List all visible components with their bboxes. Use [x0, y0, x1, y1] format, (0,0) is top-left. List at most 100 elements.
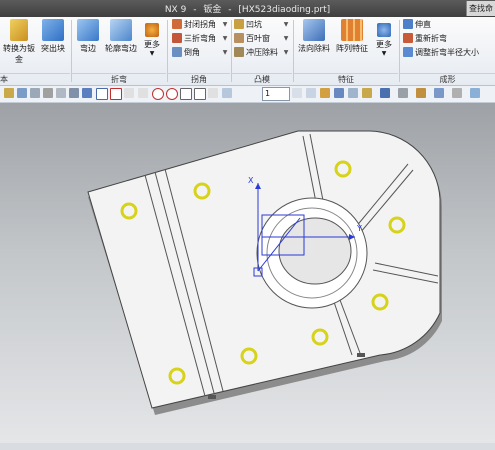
flange-button[interactable]: 弯边	[74, 19, 102, 54]
center-point-icon[interactable]	[152, 88, 164, 100]
shaded-icon[interactable]	[82, 88, 92, 98]
view-orient-icon[interactable]	[69, 88, 79, 98]
louver-label: 百叶窗	[246, 34, 270, 43]
zoom-icon[interactable]	[17, 88, 27, 98]
three-bend-corner-label: 三折弯角	[184, 34, 216, 43]
intersect-icon[interactable]	[208, 88, 218, 98]
hole-5[interactable]	[371, 293, 389, 311]
section-icon[interactable]	[398, 88, 408, 98]
settings-icon[interactable]	[470, 88, 480, 98]
window-title: NX 9 - 钣金 - [HX523diaoding.prt]	[0, 2, 495, 15]
flange-icon	[77, 19, 99, 41]
normal-cutout-button[interactable]: 法向除料	[296, 19, 332, 54]
unbend-label: 伸直	[415, 20, 431, 29]
normal-cutout-label: 法向除料	[298, 44, 330, 53]
x-axis-label: Y	[356, 224, 362, 233]
normal-cutout-icon	[303, 19, 325, 41]
edge-tab-1	[208, 395, 216, 399]
group-form-label: 成形	[400, 73, 495, 85]
grid-icon[interactable]	[222, 88, 232, 98]
punch-icon	[234, 47, 244, 57]
line-snap-icon[interactable]	[194, 88, 206, 100]
convert-label: 转换为钣金	[3, 44, 35, 64]
dimple-icon	[234, 19, 244, 29]
snap-line-icon[interactable]	[96, 88, 108, 100]
hide-icon[interactable]	[306, 88, 316, 98]
more-bend-label: 更多	[144, 40, 160, 49]
snap-point-icon[interactable]	[110, 88, 122, 100]
visual-icon[interactable]	[434, 88, 444, 98]
closed-corner-button[interactable]: 封闭拐角	[172, 19, 216, 31]
view-toolbar: 1	[0, 86, 495, 103]
chevron-down-icon: ▼	[149, 50, 155, 57]
louver-dropdown[interactable]: ▼	[283, 33, 289, 44]
dimple-button[interactable]: 凹坑	[234, 19, 262, 31]
render-icon[interactable]	[380, 88, 390, 98]
punch-dropdown[interactable]: ▼	[283, 47, 289, 58]
plus-snap-icon[interactable]	[180, 88, 192, 100]
dimple-label: 凹坑	[246, 20, 262, 29]
hole-7[interactable]	[240, 347, 258, 365]
three-bend-corner-icon	[172, 33, 182, 43]
contour-flange-icon	[110, 19, 132, 41]
arrow-icon[interactable]	[138, 88, 148, 98]
group-base-label: 本	[0, 73, 70, 85]
louver-icon	[234, 33, 244, 43]
convert-to-sheetmetal-button[interactable]: 转换为钣金	[0, 19, 38, 65]
layer-select[interactable]: 1	[262, 87, 290, 101]
three-bend-corner-button[interactable]: 三折弯角	[172, 33, 216, 45]
chamfer-label: 倒角	[184, 48, 200, 57]
table-icon[interactable]	[362, 88, 372, 98]
tools-icon[interactable]	[452, 88, 462, 98]
search-command-button[interactable]: 查找命	[466, 1, 495, 16]
rebend-icon	[403, 33, 413, 43]
closed-corner-label: 封闭拐角	[184, 20, 216, 29]
louver-button[interactable]: 百叶窗	[234, 33, 270, 45]
ribbon: 转换为钣金 突出块 本 弯边 轮廓弯边 更多 ▼ 折弯 封闭拐角 三折弯角 倒角…	[0, 17, 495, 86]
three-bend-dropdown[interactable]: ▼	[222, 33, 228, 44]
edit-object-icon[interactable]	[320, 88, 330, 98]
chamfer-button[interactable]: 倒角	[172, 47, 200, 59]
closed-corner-icon	[172, 19, 182, 29]
pattern-icon	[341, 19, 363, 41]
chamfer-icon	[172, 47, 182, 57]
more-feature-label: 更多	[376, 40, 392, 49]
tab-button[interactable]: 突出块	[39, 19, 67, 54]
pattern-feature-button[interactable]: 阵列特征	[334, 19, 370, 54]
hole-2[interactable]	[193, 182, 211, 200]
resize-bend-radius-button[interactable]: 调整折弯半径大小	[403, 47, 493, 59]
rotate-icon[interactable]	[30, 88, 40, 98]
rebend-button[interactable]: 重新折弯	[403, 33, 447, 45]
z-axis-label: X	[248, 176, 254, 185]
perspective-icon[interactable]	[56, 88, 66, 98]
hole-4[interactable]	[388, 216, 406, 234]
app-name: NX 9	[164, 5, 187, 15]
pan-icon[interactable]	[43, 88, 53, 98]
graphics-viewport[interactable]: Y X	[0, 103, 495, 443]
convert-icon	[10, 19, 28, 41]
analysis-icon[interactable]	[416, 88, 426, 98]
wireframe-icon[interactable]	[292, 88, 302, 98]
contour-flange-button[interactable]: 轮廓弯边	[104, 19, 138, 54]
unbend-button[interactable]: 伸直	[403, 19, 431, 31]
punch-label: 冲压除料	[246, 48, 278, 57]
dimple-dropdown[interactable]: ▼	[283, 19, 289, 30]
flange-label: 弯边	[80, 44, 96, 53]
hole-8[interactable]	[168, 367, 186, 385]
closed-corner-dropdown[interactable]: ▼	[222, 19, 228, 30]
more-bend-button[interactable]: 更多 ▼	[141, 19, 163, 57]
fit-icon[interactable]	[4, 88, 14, 98]
color-icon[interactable]	[334, 88, 344, 98]
more-feature-button[interactable]: 更多 ▼	[373, 19, 395, 57]
more-icon	[377, 23, 391, 37]
measure-icon[interactable]	[348, 88, 358, 98]
hole-6[interactable]	[311, 328, 329, 346]
curve-icon[interactable]	[124, 88, 134, 98]
circle-snap-icon[interactable]	[166, 88, 178, 100]
hole-1[interactable]	[120, 202, 138, 220]
punch-button[interactable]: 冲压除料	[234, 47, 278, 59]
chamfer-dropdown[interactable]: ▼	[222, 47, 228, 58]
title-separator-2: -	[228, 5, 232, 15]
file-name: [HX523diaoding.prt]	[238, 5, 331, 15]
hole-3[interactable]	[334, 160, 352, 178]
